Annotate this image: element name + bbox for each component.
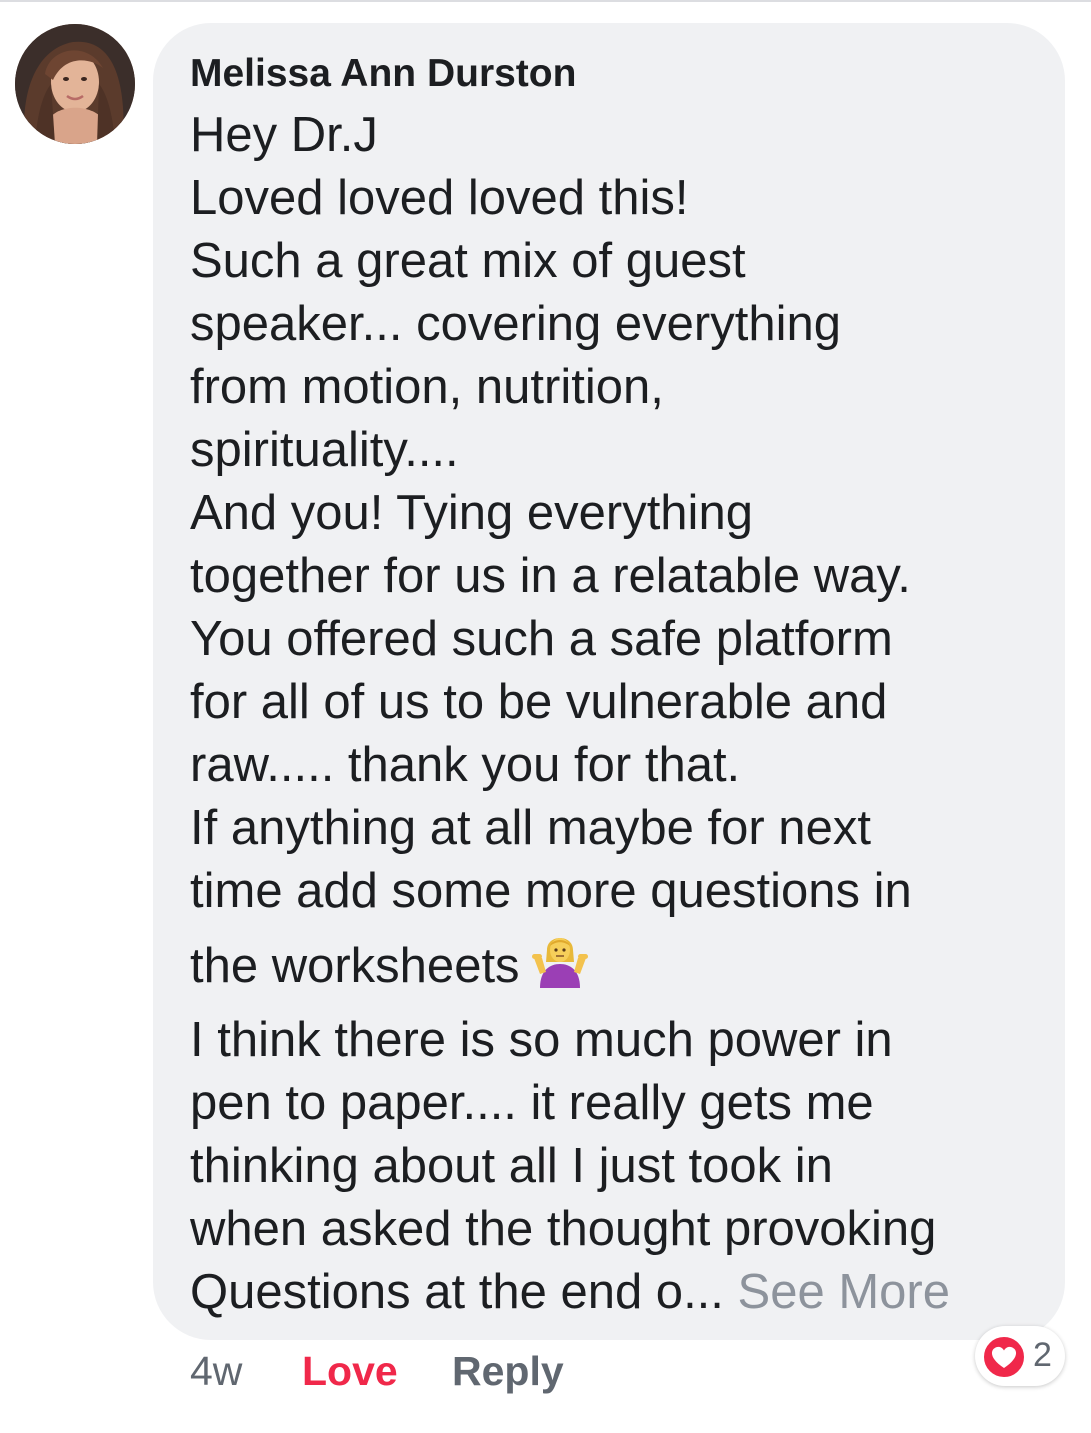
- comment-line: I think there is so much power in: [190, 1013, 893, 1067]
- comment-line: together for us in a relatable way.: [190, 549, 911, 603]
- comment-line-with-emoji: the worksheets: [190, 923, 1050, 1009]
- comment-line: pen to paper.... it really gets me: [190, 1076, 874, 1130]
- comment-line: Such a great mix of guest: [190, 234, 746, 288]
- avatar[interactable]: [15, 24, 135, 144]
- comment-line: for all of us to be vulnerable and: [190, 675, 888, 729]
- comment-line: the worksheets: [190, 939, 520, 993]
- reaction-summary[interactable]: 2: [975, 1326, 1065, 1386]
- comment-line: Questions at the end o...: [190, 1265, 724, 1319]
- comment-line: from motion, nutrition,: [190, 360, 664, 414]
- comment-timestamp[interactable]: 4w: [190, 1348, 242, 1395]
- comment-line: Hey Dr.J: [190, 108, 378, 162]
- top-divider: [0, 0, 1091, 2]
- comment-line: And you! Tying everything: [190, 486, 753, 540]
- comment-screen: Melissa Ann Durston Hey Dr.J Loved loved…: [0, 0, 1091, 1433]
- person-shrugging-emoji: [530, 928, 590, 988]
- comment-line: spirituality....: [190, 423, 459, 477]
- love-reaction-button[interactable]: Love: [302, 1348, 398, 1395]
- comment-line: You offered such a safe platform: [190, 612, 893, 666]
- comment-line: time add some more questions in: [190, 864, 912, 918]
- comment-line: raw..... thank you for that.: [190, 738, 741, 792]
- comment-line: thinking about all I just took in: [190, 1139, 833, 1193]
- heart-icon: [981, 1334, 1027, 1380]
- comment-line: speaker... covering everything: [190, 297, 841, 351]
- comment-body: Hey Dr.J Loved loved loved this! Such a …: [190, 104, 1050, 1324]
- comment-author[interactable]: Melissa Ann Durston: [190, 52, 576, 96]
- reaction-count: 2: [1033, 1336, 1052, 1374]
- see-more-link[interactable]: See More: [738, 1265, 950, 1319]
- reply-button[interactable]: Reply: [452, 1348, 564, 1395]
- comment-line: Loved loved loved this!: [190, 171, 689, 225]
- comment-line: If anything at all maybe for next: [190, 801, 871, 855]
- comment-last-line: Questions at the end o... See More: [190, 1261, 1050, 1324]
- comment-line: when asked the thought provoking: [190, 1202, 937, 1256]
